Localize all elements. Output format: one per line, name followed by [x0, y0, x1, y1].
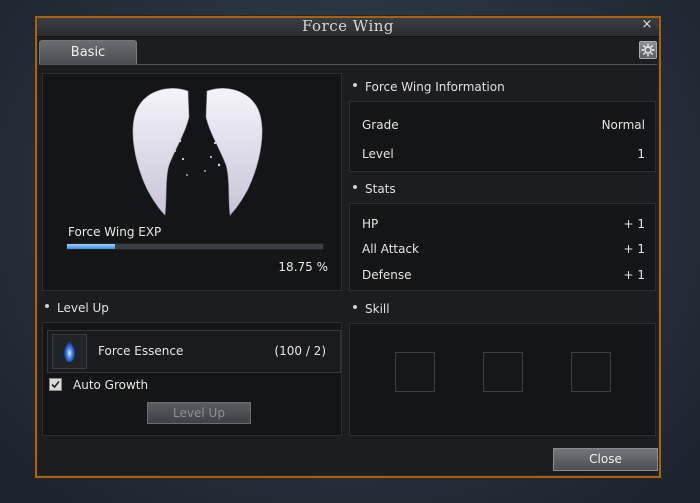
- level-value: 1: [637, 147, 645, 161]
- force-essence-slot[interactable]: Force Essence (100 / 2): [47, 330, 341, 373]
- level-label: Level: [362, 147, 394, 161]
- tab-basic[interactable]: Basic: [39, 40, 137, 64]
- exp-progress-bar: [66, 243, 324, 250]
- defense-value: + 1: [623, 268, 645, 282]
- exp-label: Force Wing EXP: [68, 225, 162, 239]
- skill-slot-1[interactable]: [395, 352, 435, 392]
- title-bar[interactable]: Force Wing ×: [37, 17, 659, 37]
- exp-progress-fill: [67, 244, 115, 249]
- level-up-panel: Force Essence (100 / 2) Auto Growth Leve…: [42, 322, 342, 436]
- level-up-button[interactable]: Level Up: [147, 402, 251, 424]
- skill-panel: [349, 323, 656, 436]
- all-attack-value: + 1: [623, 242, 645, 256]
- auto-growth-label: Auto Growth: [73, 378, 149, 392]
- window-title: Force Wing: [301, 17, 395, 35]
- hp-label: HP: [362, 217, 379, 231]
- hp-value: + 1: [623, 217, 645, 231]
- force-wing-image: [125, 79, 270, 219]
- force-wing-window: Force Wing × Basic Force Wing EXP 18.75 …: [35, 16, 661, 478]
- skill-slot-3[interactable]: [571, 352, 611, 392]
- skill-slot-2[interactable]: [483, 352, 523, 392]
- info-panel: Grade Normal Level 1: [349, 101, 656, 172]
- auto-growth-checkbox[interactable]: [49, 378, 62, 391]
- grade-label: Grade: [362, 118, 399, 132]
- info-header: Force Wing Information: [353, 80, 505, 94]
- wing-preview-panel: Force Wing EXP 18.75 %: [42, 73, 342, 291]
- grade-value: Normal: [601, 118, 645, 132]
- defense-label: Defense: [362, 268, 412, 282]
- tab-bar: Basic: [39, 37, 657, 65]
- close-icon[interactable]: ×: [640, 17, 654, 32]
- level-up-header: Level Up: [45, 301, 109, 315]
- close-button[interactable]: Close: [553, 448, 658, 471]
- all-attack-label: All Attack: [362, 242, 419, 256]
- stats-header: Stats: [353, 182, 396, 196]
- force-essence-count: (100 / 2): [274, 344, 326, 358]
- blue-flame-icon: [52, 334, 87, 369]
- settings-gear-icon[interactable]: [639, 41, 657, 59]
- stats-panel: HP + 1 All Attack + 1 Defense + 1: [349, 203, 656, 291]
- force-essence-name: Force Essence: [98, 344, 184, 358]
- exp-percent: 18.75 %: [278, 260, 328, 274]
- skill-header: Skill: [353, 302, 390, 316]
